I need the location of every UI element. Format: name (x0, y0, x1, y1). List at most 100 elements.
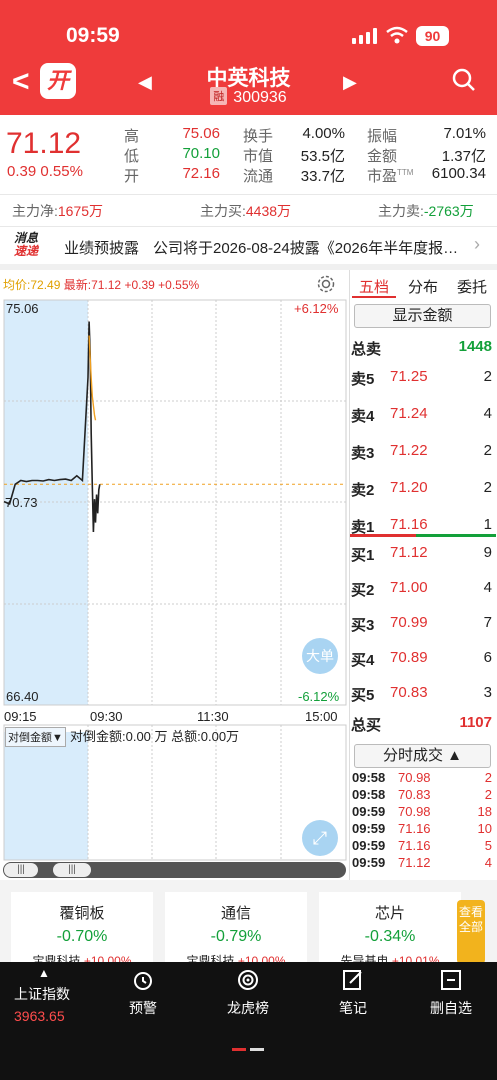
trade-time: 09:59 (352, 838, 386, 853)
premarket-shade-sub (4, 732, 88, 860)
trade-qty: 5 (484, 838, 492, 853)
bottom-nav: ▲ 上证指数 3963.65 预警 龙虎榜 笔记 删自选 (0, 962, 497, 1080)
trade-row: 09:59 70.98 18 (350, 804, 496, 821)
ask-price: 71.22 (390, 442, 428, 459)
trade-qty: 4 (484, 855, 492, 870)
bid-qty: 6 (483, 649, 492, 666)
bid-price: 71.00 (390, 579, 428, 596)
bid-qty: 3 (483, 684, 492, 701)
target-icon (238, 970, 258, 990)
sector-card[interactable]: 通信 -0.79% 宝鼎科技 +10.00% (165, 892, 307, 968)
nav-alert[interactable]: 预警 (108, 968, 178, 1018)
trade-time: 09:59 (352, 804, 386, 819)
y-axis-top-label: 75.06 (6, 301, 39, 316)
fund-flow-row[interactable]: 主力净:1675万 主力买:4438万 主力卖:-2763万 (0, 197, 497, 225)
tab-orders[interactable]: 委托 (457, 276, 487, 297)
view-all-button[interactable]: 查看全部 (457, 900, 485, 964)
header-bar: 09:59 90 < 开 ◀ 中英科技 融 300936 ▶ (0, 0, 497, 115)
bid-row: 买1 71.12 9 (350, 544, 496, 564)
sector-card[interactable]: 芯片 -0.34% 先导基电 +10.01% (319, 892, 461, 968)
bid-qty: 7 (483, 614, 492, 631)
ask-qty: 2 (483, 368, 492, 385)
nav-dragon-tiger[interactable]: 龙虎榜 (213, 968, 283, 1018)
low-label: 低 (124, 148, 140, 165)
index-ticker[interactable]: ▲ 上证指数 3963.65 (14, 966, 74, 1024)
tab-distribution[interactable]: 分布 (408, 276, 438, 297)
chart-canvas (3, 299, 347, 861)
y-axis-bottom-label: 66.40 (6, 689, 39, 704)
signal-icon (352, 28, 378, 44)
show-amount-button[interactable]: 显示金额 (354, 304, 491, 328)
gear-icon[interactable] (316, 274, 336, 294)
order-book-tabs: 五档 分布 委托 (350, 270, 497, 298)
intraday-chart[interactable]: 均价:72.49 最新:71.12 +0.39 +0.55% 75.06 70.… (0, 270, 349, 880)
edit-icon (343, 970, 362, 990)
time-label-0915: 09:15 (4, 709, 37, 724)
trade-price: 70.98 (398, 770, 431, 785)
bid-row: 买3 70.99 7 (350, 614, 496, 634)
bid-row: 买4 70.89 6 (350, 649, 496, 669)
tab-five-levels[interactable]: 五档 (359, 276, 389, 297)
stock-code-row: 融 300936 (0, 87, 497, 107)
ask-qty: 2 (483, 479, 492, 496)
time-label-1500: 15:00 (305, 709, 338, 724)
trade-time: 09:58 (352, 770, 386, 785)
time-label-0930: 09:30 (90, 709, 123, 724)
total-sell-row: 总卖 1448 (351, 338, 492, 358)
trade-price: 71.16 (398, 821, 431, 836)
divider (0, 194, 497, 195)
nav-notes[interactable]: 笔记 (318, 968, 388, 1018)
news-ticker[interactable]: 消息 速递 业绩预披露 公司将于2026-08-24披露《2026年半年度报告》 … (0, 228, 497, 264)
sector-cards: 覆铜板 -0.70% 宝鼎科技 +10.00% 通信 -0.79% 宝鼎科技 +… (0, 880, 497, 968)
bid-qty: 4 (483, 579, 492, 596)
index-value: 3963.65 (14, 1008, 65, 1024)
sector-card[interactable]: 覆铜板 -0.70% 宝鼎科技 +10.00% (11, 892, 153, 968)
divider (0, 226, 497, 227)
nav-remove-watchlist[interactable]: 删自选 (416, 968, 486, 1018)
search-icon[interactable] (452, 68, 476, 92)
high-label: 高 (124, 128, 140, 145)
trade-time: 09:58 (352, 787, 386, 802)
status-time: 09:59 (66, 24, 120, 47)
indicator-select[interactable]: 对倒金额▼ (5, 727, 66, 747)
trade-price: 71.12 (398, 855, 431, 870)
caret-up-icon: ▲ (38, 966, 50, 980)
sector-name: 通信 (220, 905, 251, 922)
bid-qty: 9 (483, 544, 492, 561)
price-change: 0.39 0.55% (7, 163, 83, 180)
stock-code: 300936 (233, 89, 287, 106)
big-order-button[interactable]: 大单 (302, 638, 338, 674)
main-sell-flow: 主力卖:-2763万 (378, 203, 474, 219)
open-label: 开 (124, 168, 140, 185)
bid-row: 买2 71.00 4 (350, 579, 496, 599)
pct-bottom-label: -6.12% (298, 689, 340, 704)
trade-time: 09:59 (352, 855, 386, 870)
ask-row: 卖4 71.24 4 (350, 405, 496, 425)
ask-qty: 4 (483, 405, 492, 422)
scroll-left-handle[interactable]: ||| (4, 863, 38, 877)
total-buy-row: 总买 1107 (351, 714, 492, 734)
scroll-thumb[interactable]: ||| (53, 863, 91, 877)
turnover-value: 4.00% (302, 125, 345, 142)
battery-icon: 90 (416, 26, 449, 46)
trade-qty: 2 (484, 770, 492, 785)
pct-top-label: +6.12% (294, 301, 339, 316)
trades-toggle-button[interactable]: 分时成交 ▲ (354, 744, 491, 768)
indicator-info: 对倒金额:0.00 万 总额:0.00万 (70, 729, 240, 744)
ask-price: 71.20 (390, 479, 428, 496)
next-stock-icon[interactable]: ▶ (343, 72, 357, 93)
expand-icon[interactable]: ⤢ (302, 820, 338, 856)
chart-scrollbar[interactable]: ||| ||| (3, 862, 346, 878)
trade-row: 09:59 71.16 5 (350, 838, 496, 855)
ask-qty: 2 (483, 442, 492, 459)
last-price: 71.12 (6, 127, 82, 160)
bid-price: 70.89 (390, 649, 428, 666)
bid-label: 买4 (351, 652, 375, 669)
bid-row: 买5 70.83 3 (350, 684, 496, 704)
ask-label: 卖3 (351, 445, 375, 462)
sector-name: 覆铜板 (59, 905, 105, 922)
pe-value: 6100.34 (431, 165, 486, 182)
trade-row: 09:58 70.98 2 (350, 770, 496, 787)
bid-label: 买5 (351, 687, 375, 704)
amplitude-value: 7.01% (443, 125, 486, 142)
